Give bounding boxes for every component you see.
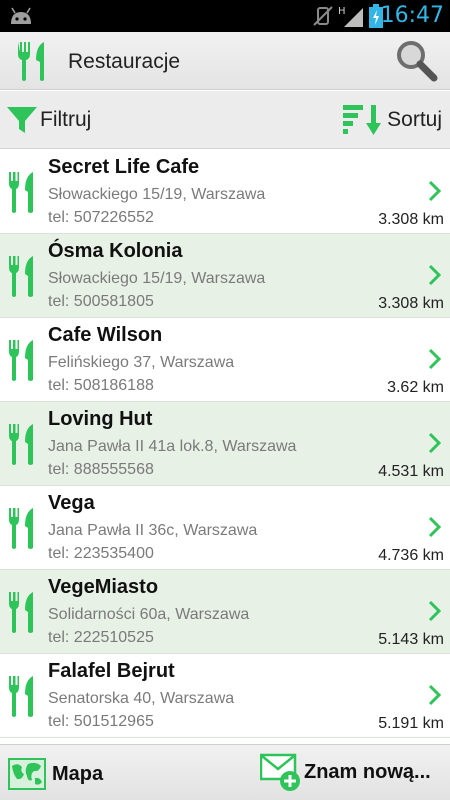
android-icon xyxy=(11,7,31,24)
restaurant-address: Słowackiego 15/19, Warszawa xyxy=(48,186,266,203)
fork-knife-icon xyxy=(9,508,33,549)
chevron-right-icon xyxy=(428,180,442,202)
fork-knife-icon[interactable] xyxy=(14,40,54,82)
fork-knife-icon xyxy=(9,424,33,465)
restaurant-distance: 3.62 km xyxy=(387,379,444,396)
restaurant-distance: 5.143 km xyxy=(378,631,444,648)
vibrate-mute-icon xyxy=(313,6,333,26)
fork-knife-icon xyxy=(9,592,33,633)
sort-button[interactable]: Sortuj xyxy=(341,99,442,141)
restaurant-phone: tel: 500581805 xyxy=(48,293,154,310)
restaurant-name: Cafe Wilson xyxy=(48,324,163,346)
list-item[interactable]: Cafe Wilson Felińskiego 37, Warszawa tel… xyxy=(0,318,450,402)
fork-knife-icon xyxy=(9,340,33,381)
restaurant-distance: 5.191 km xyxy=(378,715,444,732)
list-item[interactable]: Falafel Bejrut Senatorska 40, Warszawa t… xyxy=(0,654,450,738)
signal-icon: H xyxy=(338,6,363,27)
restaurant-name: Falafel Bejrut xyxy=(48,660,175,682)
map-icon xyxy=(8,758,46,790)
chevron-right-icon xyxy=(428,600,442,622)
filter-button[interactable]: Filtruj xyxy=(6,99,91,141)
action-bar: Restauracje xyxy=(0,32,450,90)
list-item[interactable]: Ósma Kolonia Słowackiego 15/19, Warszawa… xyxy=(0,234,450,318)
sort-label: Sortuj xyxy=(387,108,442,131)
search-icon[interactable] xyxy=(394,38,438,82)
restaurant-phone: tel: 508186188 xyxy=(48,377,154,394)
restaurant-distance: 4.531 km xyxy=(378,463,444,480)
restaurant-name: Vega xyxy=(48,492,95,514)
restaurant-address: Słowackiego 15/19, Warszawa xyxy=(48,270,266,287)
fork-knife-icon xyxy=(9,256,33,297)
restaurant-distance: 4.736 km xyxy=(378,547,444,564)
restaurant-name: Ósma Kolonia xyxy=(48,240,183,262)
restaurant-address: Solidarności 60a, Warszawa xyxy=(48,606,250,623)
list-item[interactable]: Vega Jana Pawła II 36c, Warszawa tel: 22… xyxy=(0,486,450,570)
filter-icon xyxy=(7,107,37,133)
fork-knife-icon xyxy=(9,676,33,717)
suggest-new-label: Znam nową... xyxy=(304,760,431,783)
restaurant-phone: tel: 501512965 xyxy=(48,713,154,730)
bottom-bar: Mapa Znam nową... xyxy=(0,744,450,800)
restaurant-phone: tel: 222510525 xyxy=(48,629,154,646)
map-button[interactable]: Mapa xyxy=(8,755,103,793)
filter-label: Filtruj xyxy=(40,108,92,131)
chevron-right-icon xyxy=(428,516,442,538)
restaurant-address: Senatorska 40, Warszawa xyxy=(48,690,235,707)
restaurant-address: Jana Pawła II 36c, Warszawa xyxy=(48,522,258,539)
restaurant-phone: tel: 507226552 xyxy=(48,209,154,226)
chevron-right-icon xyxy=(428,348,442,370)
restaurant-distance: 3.308 km xyxy=(378,211,444,228)
mail-add-icon xyxy=(260,753,300,791)
list-item[interactable]: VegeMiasto Solidarności 60a, Warszawa te… xyxy=(0,570,450,654)
fork-knife-icon xyxy=(9,172,33,213)
chevron-right-icon xyxy=(428,264,442,286)
page-title: Restauracje xyxy=(68,50,181,73)
restaurant-name: Secret Life Cafe xyxy=(48,156,200,178)
restaurant-list: Secret Life Cafe Słowackiego 15/19, Wars… xyxy=(0,150,450,738)
filter-sort-bar: Filtruj Sortuj xyxy=(0,91,450,149)
list-item[interactable]: Loving Hut Jana Pawła II 41a lok.8, Wars… xyxy=(0,402,450,486)
map-label: Mapa xyxy=(52,762,104,785)
status-bar: H 16:47 xyxy=(0,0,450,32)
restaurant-name: VegeMiasto xyxy=(48,576,159,598)
chevron-right-icon xyxy=(428,684,442,706)
network-type-text: H xyxy=(338,6,346,17)
restaurant-phone: tel: 223535400 xyxy=(48,545,154,562)
chevron-right-icon xyxy=(428,432,442,454)
suggest-new-button[interactable]: Znam nową... xyxy=(260,749,431,795)
restaurant-phone: tel: 888555568 xyxy=(48,461,154,478)
restaurant-name: Loving Hut xyxy=(48,408,153,430)
restaurant-distance: 3.308 km xyxy=(378,295,444,312)
restaurant-address: Felińskiego 37, Warszawa xyxy=(48,354,235,371)
sort-icon xyxy=(343,105,382,135)
list-item[interactable]: Secret Life Cafe Słowackiego 15/19, Wars… xyxy=(0,150,450,234)
clock: 16:47 xyxy=(380,3,444,28)
restaurant-address: Jana Pawła II 41a lok.8, Warszawa xyxy=(48,438,297,455)
